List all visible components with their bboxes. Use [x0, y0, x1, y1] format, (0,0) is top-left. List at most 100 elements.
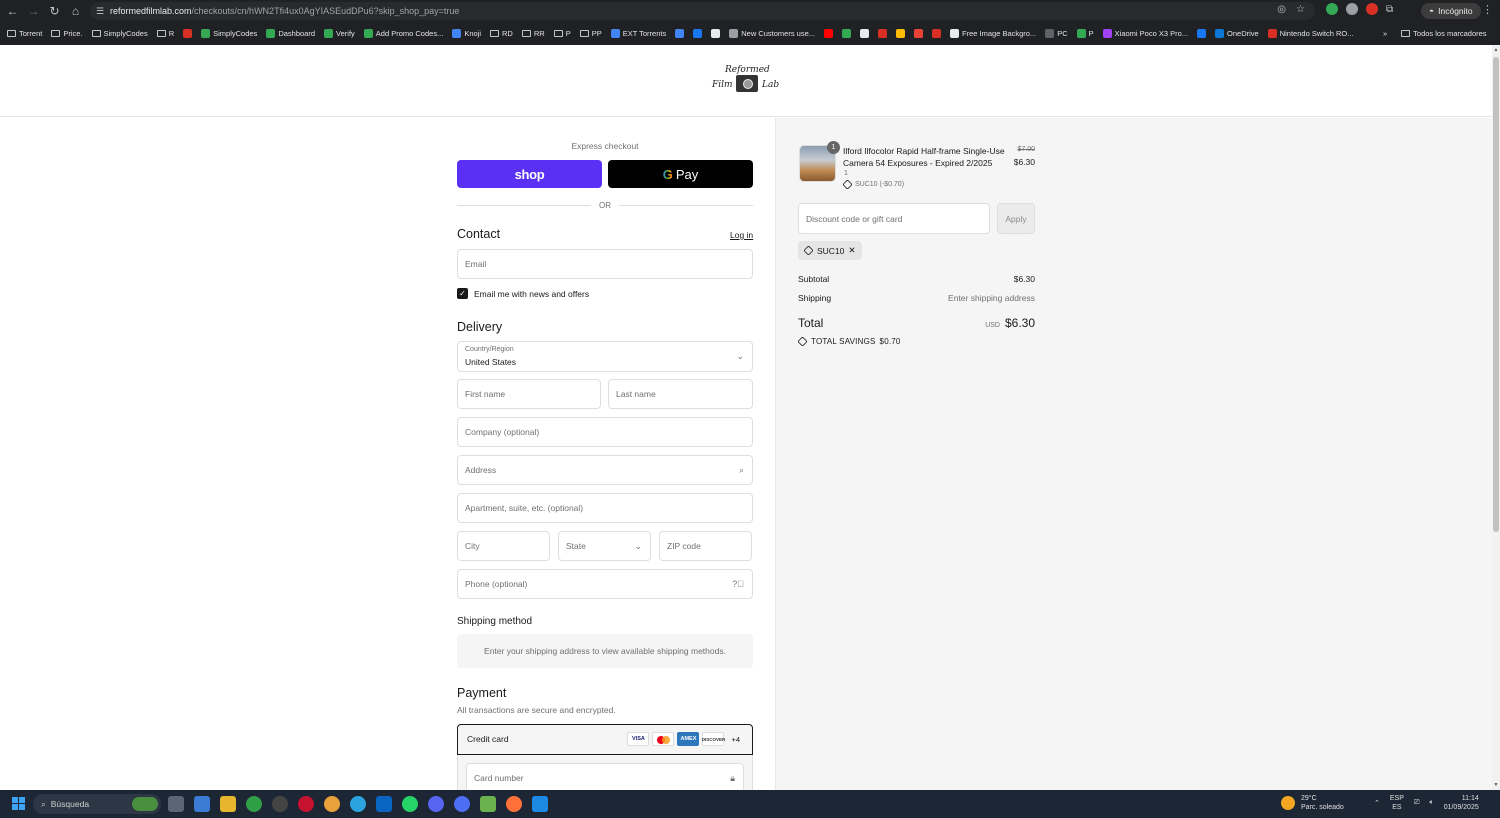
site-info-icon[interactable]: ☰: [90, 6, 110, 17]
bookmark-item[interactable]: [914, 28, 924, 38]
bookmark-item[interactable]: Add Promo Codes...: [363, 28, 443, 38]
discord-icon[interactable]: [428, 796, 444, 812]
media-player-icon[interactable]: [272, 796, 288, 812]
app-icon[interactable]: [480, 796, 496, 812]
bookmark-item[interactable]: Dashboard: [266, 28, 315, 38]
network-icon[interactable]: ⎚: [1414, 799, 1420, 807]
bookmark-item[interactable]: Nintendo Switch RO...: [1267, 28, 1354, 38]
bookmarks-overflow-icon[interactable]: »: [1383, 29, 1387, 38]
extension-icon[interactable]: [1366, 3, 1378, 15]
email-field[interactable]: Email: [457, 249, 753, 279]
browser-menu-icon[interactable]: ⋮: [1482, 3, 1493, 16]
extension-icon[interactable]: [1326, 3, 1338, 15]
first-name-field[interactable]: First name: [457, 379, 601, 409]
bookmark-item[interactable]: New Customers use...: [729, 28, 815, 38]
home-icon[interactable]: ⌂: [65, 1, 86, 21]
country-select[interactable]: Country/Region United States ⌄: [457, 341, 753, 372]
bookmark-item[interactable]: P: [553, 29, 571, 38]
app-icon[interactable]: [532, 796, 548, 812]
bookmark-item[interactable]: RR: [521, 29, 545, 38]
google-pay-button[interactable]: G Pay: [608, 160, 753, 188]
forward-icon[interactable]: →: [23, 1, 44, 21]
address-bar[interactable]: ☰ reformedfilmlab.com/checkouts/cn/hWN2T…: [90, 2, 1315, 20]
chrome-icon[interactable]: [246, 796, 262, 812]
scroll-down-icon[interactable]: ▼: [1493, 782, 1499, 788]
bookmark-item[interactable]: EXT Torrents: [610, 28, 666, 38]
volume-icon[interactable]: 🔈︎: [1430, 799, 1434, 807]
credit-card-option[interactable]: Credit card VISA AMEX DISCOVER +4: [457, 724, 753, 755]
bookmark-item[interactable]: [1197, 28, 1207, 38]
bookmark-item[interactable]: P: [1076, 28, 1094, 38]
bookmark-item[interactable]: Free Image Backgro...: [950, 28, 1036, 38]
file-explorer-icon[interactable]: [220, 796, 236, 812]
incognito-badge[interactable]: ◓ Incógnito: [1421, 3, 1481, 19]
bookmark-item[interactable]: [675, 28, 685, 38]
bookmark-item[interactable]: [878, 28, 888, 38]
eye-off-icon[interactable]: ◎: [1277, 4, 1286, 15]
bookmark-item[interactable]: PP: [579, 29, 602, 38]
phone-field[interactable]: Phone (optional) ?⃝: [457, 569, 753, 599]
page-scrollbar[interactable]: ▲ ▼: [1492, 45, 1500, 790]
app-icon[interactable]: [324, 796, 340, 812]
bookmark-item[interactable]: SimplyCodes: [91, 29, 148, 38]
zip-field[interactable]: ZIP code: [659, 531, 752, 561]
extensions-puzzle-icon[interactable]: ⧉: [1386, 4, 1393, 15]
firefox-icon[interactable]: [506, 796, 522, 812]
bookmark-item[interactable]: Verify: [324, 28, 355, 38]
bookmark-item[interactable]: PC: [1045, 28, 1068, 38]
extension-icon[interactable]: [1346, 3, 1358, 15]
bookmark-item[interactable]: [842, 28, 852, 38]
bookmark-item[interactable]: R: [156, 29, 174, 38]
checkbox-checked-icon[interactable]: ✓: [457, 288, 468, 299]
bookmark-item[interactable]: Price.: [51, 29, 83, 38]
store-logo[interactable]: Reformed Film Lab: [708, 63, 783, 97]
scroll-up-icon[interactable]: ▲: [1493, 47, 1499, 53]
task-view-icon[interactable]: [168, 796, 184, 812]
url-text[interactable]: reformedfilmlab.com/checkouts/cn/hWN2Tfi…: [110, 6, 459, 16]
company-field[interactable]: Company (optional): [457, 417, 753, 447]
weather-widget[interactable]: 29°C Parc. soleado: [1281, 794, 1344, 812]
taskbar-search[interactable]: ⌕ Búsqueda: [33, 794, 161, 814]
card-number-field[interactable]: Card number 🔒︎: [466, 763, 744, 790]
back-icon[interactable]: ←: [2, 1, 23, 21]
bookmark-item[interactable]: Knoji: [452, 28, 481, 38]
store-app-icon[interactable]: [194, 796, 210, 812]
bookmark-item[interactable]: Torrent: [7, 29, 42, 38]
opera-icon[interactable]: [298, 796, 314, 812]
telegram-icon[interactable]: [350, 796, 366, 812]
bookmark-item[interactable]: [824, 28, 834, 38]
discount-code-input[interactable]: Discount code or gift card: [798, 203, 990, 234]
app-icon[interactable]: [454, 796, 470, 812]
language-indicator[interactable]: ESP ES: [1390, 794, 1404, 812]
star-icon[interactable]: ☆: [1296, 4, 1305, 15]
reload-icon[interactable]: ↻: [44, 1, 65, 21]
bookmark-item[interactable]: [183, 28, 193, 38]
login-link[interactable]: Log in: [730, 230, 753, 240]
whatsapp-icon[interactable]: [402, 796, 418, 812]
bookmark-item[interactable]: [896, 28, 906, 38]
apply-button[interactable]: Apply: [997, 203, 1035, 234]
help-icon[interactable]: ?⃝: [732, 579, 744, 589]
state-select[interactable]: State ⌄: [558, 531, 651, 561]
windows-start-icon[interactable]: [12, 797, 25, 810]
apartment-field[interactable]: Apartment, suite, etc. (optional): [457, 493, 753, 523]
bookmark-item[interactable]: Xiaomi Poco X3 Pro...: [1102, 28, 1188, 38]
scrollbar-thumb[interactable]: [1493, 57, 1499, 532]
bookmark-item[interactable]: [711, 28, 721, 38]
outlook-icon[interactable]: [376, 796, 392, 812]
bookmark-item[interactable]: RD: [490, 29, 513, 38]
news-offers-option[interactable]: ✓ Email me with news and offers: [457, 288, 589, 299]
address-field[interactable]: Address ⌕: [457, 455, 753, 485]
bookmark-item[interactable]: [693, 28, 703, 38]
shop-pay-button[interactable]: shop: [457, 160, 602, 188]
chevron-up-icon[interactable]: ⌃: [1374, 799, 1380, 807]
bookmark-item[interactable]: [932, 28, 942, 38]
last-name-field[interactable]: Last name: [608, 379, 753, 409]
remove-code-icon[interactable]: ✕: [848, 245, 855, 256]
all-bookmarks-folder[interactable]: Todos los marcadores: [1401, 29, 1487, 38]
clock[interactable]: 11:14 01/09/2025: [1444, 794, 1479, 812]
bookmark-item[interactable]: SimplyCodes: [201, 28, 257, 38]
bookmark-item[interactable]: OneDrive: [1215, 28, 1259, 38]
city-field[interactable]: City: [457, 531, 550, 561]
bookmark-item[interactable]: [860, 28, 870, 38]
